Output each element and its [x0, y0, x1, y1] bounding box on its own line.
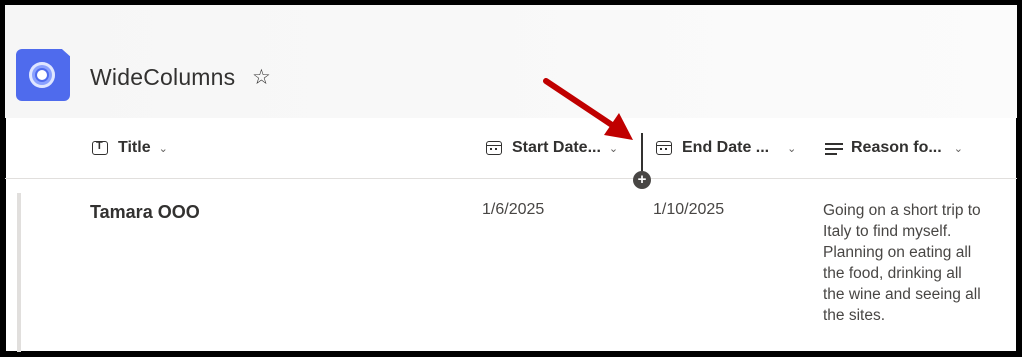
column-header-label: Start Date...: [512, 139, 601, 156]
list-app-icon: [16, 49, 70, 101]
header-divider: [5, 178, 1017, 179]
list-title[interactable]: WideColumns: [90, 64, 235, 91]
column-header-title[interactable]: Title ⌄: [92, 136, 168, 160]
multiline-text-icon: [825, 141, 843, 155]
chevron-down-icon: ⌄: [787, 141, 797, 155]
chevron-down-icon: ⌄: [608, 141, 619, 155]
cell-reason[interactable]: Going on a short trip to Italy to find m…: [823, 200, 983, 326]
list-logo-ring: [29, 62, 55, 88]
column-header-end-date[interactable]: End Date ... ⌄: [656, 136, 796, 160]
cell-title[interactable]: Tamara OOO: [90, 202, 200, 223]
list-header: [5, 5, 1017, 118]
column-header-label: End Date ...: [682, 139, 770, 156]
column-header-reason[interactable]: Reason fo... ⌄: [825, 136, 963, 160]
cell-start-date[interactable]: 1/6/2025: [482, 201, 544, 219]
add-column-button[interactable]: +: [633, 171, 651, 189]
chevron-down-icon: ⌄: [953, 141, 963, 155]
column-header-label: Title: [118, 139, 151, 156]
column-resize-handle[interactable]: [641, 133, 643, 171]
screenshot-frame: WideColumns ☆ Title ⌄ Start Date... ⌄ En…: [0, 0, 1022, 357]
column-header-start-date[interactable]: Start Date... ⌄: [486, 136, 618, 160]
calendar-icon: [486, 141, 502, 155]
column-header-label: Reason fo...: [851, 139, 942, 156]
text-type-icon: [92, 140, 108, 155]
star-icon[interactable]: ☆: [252, 65, 271, 89]
chevron-down-icon: ⌄: [158, 141, 168, 155]
cell-end-date[interactable]: 1/10/2025: [653, 201, 724, 219]
row-selection-bar[interactable]: [17, 193, 21, 352]
calendar-icon: [656, 141, 672, 155]
